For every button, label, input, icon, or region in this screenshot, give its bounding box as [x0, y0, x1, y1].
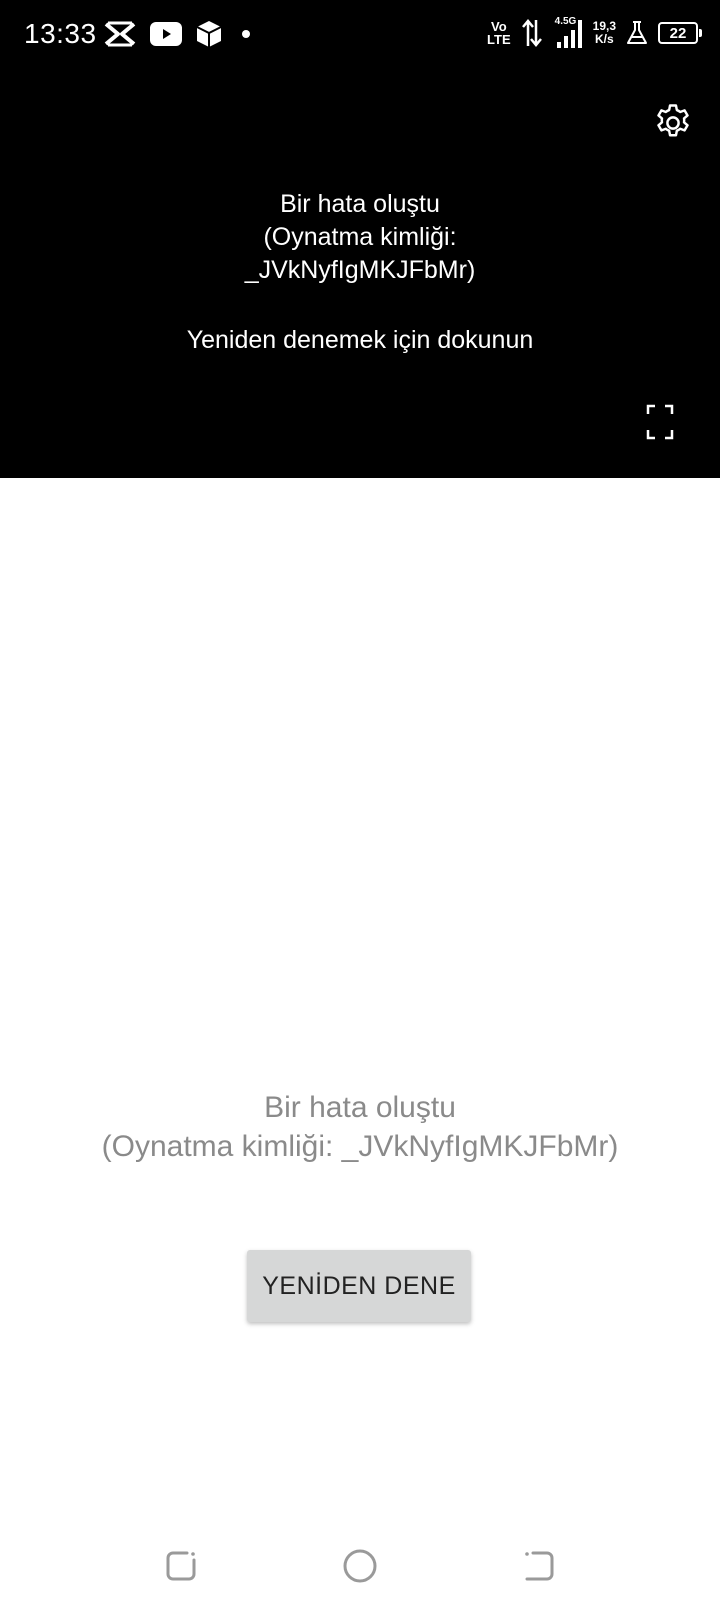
signal-icon: [556, 20, 582, 48]
signal-strength: 4.5G: [553, 16, 583, 50]
recents-icon[interactable]: [163, 1548, 199, 1584]
volte-indicator: Vo LTE: [487, 19, 511, 47]
status-left-icons: [104, 20, 256, 48]
status-right-icons: Vo LTE 4.5G 19,3 K/s 22: [487, 16, 702, 50]
capcut-icon: [104, 21, 136, 47]
player-error-message: Bir hata oluştu (Oynatma kimliği: _JVkNy…: [244, 190, 476, 284]
data-arrows-icon: [521, 19, 542, 47]
back-icon[interactable]: [521, 1548, 557, 1584]
battery-level: 22: [669, 24, 687, 42]
home-icon[interactable]: [342, 1548, 378, 1584]
error-message: Bir hata oluştu (Oynatma kimliği: _JVkNy…: [101, 1091, 619, 1163]
network-speed: 19,3 K/s: [592, 19, 616, 46]
flask-icon: [627, 21, 647, 44]
retry-button[interactable]: YENİDEN DENE: [247, 1250, 471, 1322]
notification-dot-icon: [242, 30, 250, 38]
gear-icon[interactable]: [652, 102, 694, 144]
video-player[interactable]: Bir hata oluştu (Oynatma kimliği: _JVkNy…: [0, 74, 720, 478]
player-retry-hint[interactable]: Yeniden denemek için dokunun: [0, 324, 720, 357]
fullscreen-icon[interactable]: [646, 404, 674, 440]
status-bar: 13:33 Vo LTE 4.5G 19,3 K/s 22: [0, 0, 720, 74]
status-time: 13:33: [24, 18, 97, 49]
navigation-bar: [0, 1520, 720, 1612]
youtube-icon: [150, 22, 182, 46]
battery-icon: 22: [658, 22, 702, 44]
package-icon: [196, 21, 222, 47]
